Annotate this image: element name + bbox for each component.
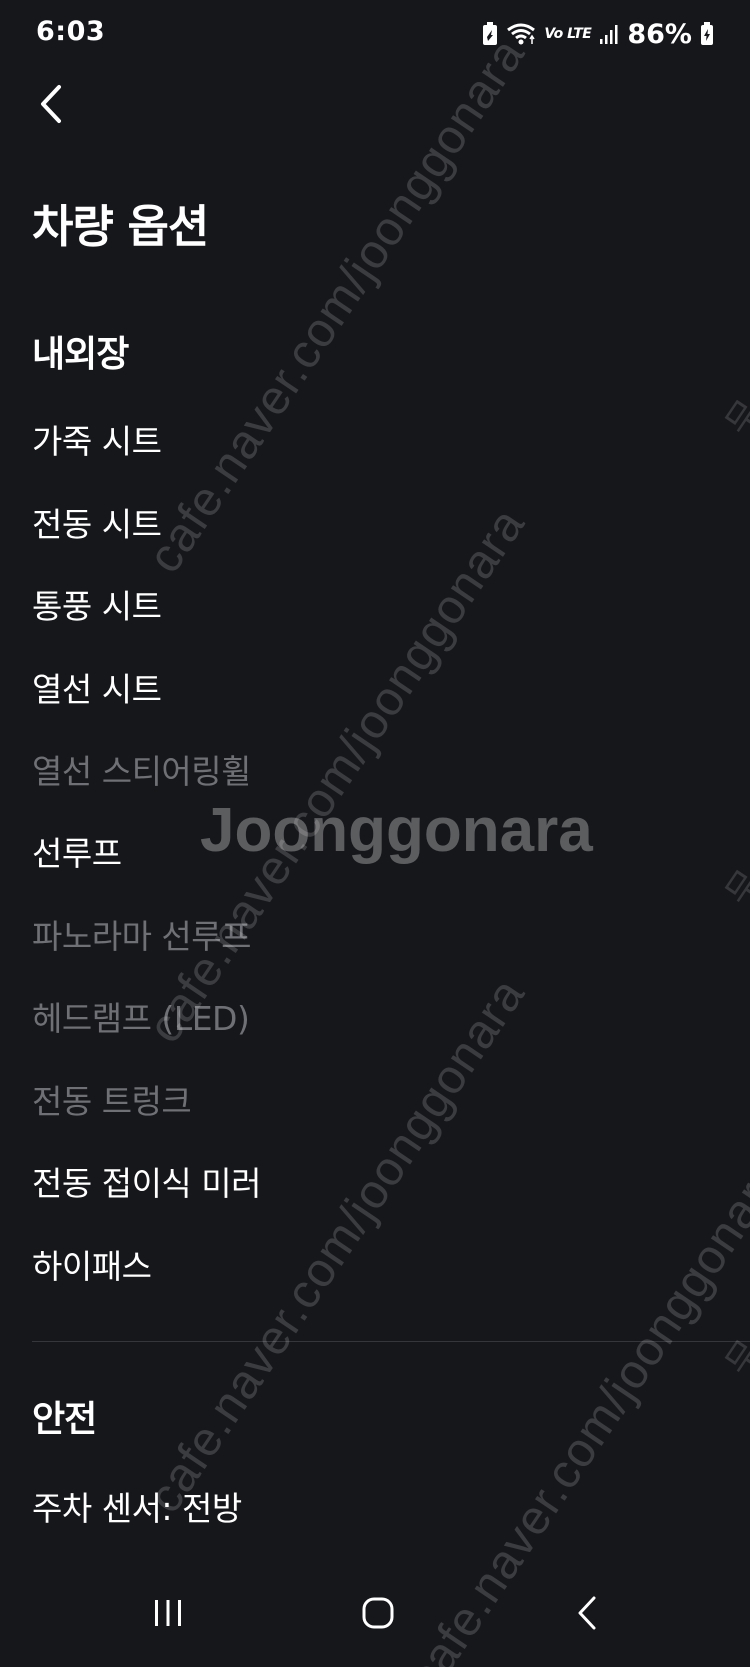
section-title-safety: 안전	[32, 1399, 97, 1440]
recent-apps-icon	[151, 1598, 185, 1632]
watermark-edge: 무	[718, 392, 750, 444]
watermark-edge: 무	[718, 1332, 750, 1384]
section-title-interior-exterior: 내외장	[32, 334, 129, 375]
volte-icon: Vo LTE	[544, 26, 592, 42]
option-item: 선루프	[32, 834, 122, 873]
option-item: 하이패스	[32, 1247, 152, 1286]
option-item: 주차 센서: 전방	[32, 1489, 242, 1528]
page-title: 차량 옵션	[32, 200, 209, 253]
battery-charging-icon	[700, 22, 714, 46]
chevron-left-icon	[37, 84, 67, 128]
nav-back-button[interactable]	[552, 1585, 624, 1645]
status-icons: Vo LTE 86%	[482, 16, 714, 52]
battery-percent: 86%	[627, 18, 692, 50]
watermark-url: cafe.naver.com/joonggonara	[138, 28, 536, 583]
option-item-inactive: 파노라마 선루프	[32, 917, 252, 956]
navigation-bar	[0, 1575, 750, 1667]
watermark-url: cafe.naver.com/joonggonara	[138, 968, 536, 1523]
watermark-edge: 무	[718, 862, 750, 914]
back-icon	[575, 1595, 601, 1635]
option-item: 가죽 시트	[32, 422, 162, 461]
back-button[interactable]	[28, 82, 76, 130]
signal-icon	[599, 23, 619, 45]
recent-apps-button[interactable]	[132, 1585, 204, 1645]
home-button[interactable]	[342, 1585, 414, 1645]
wifi-icon	[506, 22, 536, 46]
battery-saver-icon	[482, 22, 498, 46]
option-item: 전동 접이식 미러	[32, 1164, 262, 1203]
home-icon	[361, 1596, 395, 1634]
option-item: 전동 시트	[32, 505, 162, 544]
option-item-inactive: 전동 트렁크	[32, 1082, 192, 1121]
section-divider	[32, 1341, 750, 1342]
status-bar: 6:03 Vo LTE 86%	[0, 0, 750, 68]
option-item: 통풍 시트	[32, 587, 162, 626]
status-time: 6:03	[36, 16, 106, 47]
watermark-logo: Joonggonara	[200, 796, 593, 865]
option-item: 열선 시트	[32, 670, 162, 709]
option-item-inactive: 헤드램프 (LED)	[32, 999, 250, 1038]
option-item-inactive: 열선 스티어링휠	[32, 752, 252, 791]
